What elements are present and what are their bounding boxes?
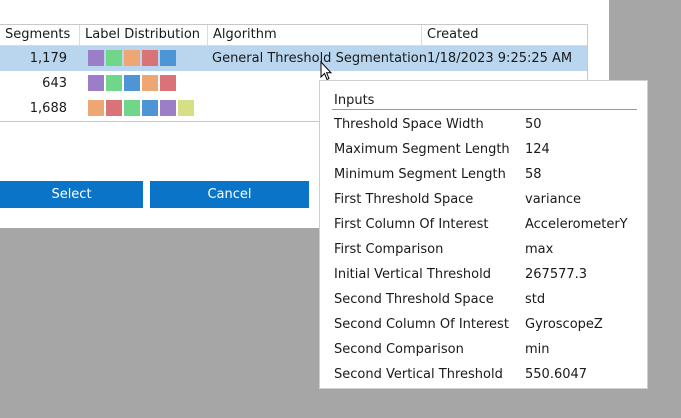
label-swatch: [142, 75, 158, 91]
label-swatch: [160, 75, 176, 91]
segments-count: 1,688: [29, 101, 67, 116]
label-swatch: [106, 50, 122, 66]
param-name: Second Column Of Interest: [334, 317, 509, 332]
label-swatch: [106, 75, 122, 91]
created-timestamp: 1/18/2023 9:25:25 AM: [427, 51, 573, 66]
column-header-label-distribution[interactable]: Label Distribution: [80, 25, 208, 45]
label-swatch: [124, 50, 140, 66]
label-swatch: [124, 75, 140, 91]
label-swatch: [88, 100, 104, 116]
param-value: min: [525, 342, 550, 357]
cancel-button[interactable]: Cancel: [150, 181, 309, 208]
arrow-cursor-icon: [320, 61, 332, 81]
inputs-tooltip: Inputs Threshold Space Width 50 Maximum S…: [319, 80, 648, 389]
label-swatch: [142, 100, 158, 116]
param-value: 124: [525, 142, 550, 157]
select-button[interactable]: Select: [0, 181, 143, 208]
param-name: First Comparison: [334, 242, 444, 257]
label-distribution: [88, 100, 194, 117]
segments-count: 1,179: [29, 51, 67, 66]
column-header-created[interactable]: Created: [422, 25, 587, 45]
param-value: max: [525, 242, 554, 257]
param-value: variance: [525, 192, 581, 207]
label-swatch: [178, 100, 194, 116]
param-value: AccelerometerY: [525, 217, 628, 232]
param-name: First Threshold Space: [334, 192, 474, 207]
param-value: GyroscopeZ: [525, 317, 603, 332]
tooltip-title: Inputs: [334, 93, 375, 108]
param-value: 550.6047: [525, 367, 588, 382]
param-name: Second Comparison: [334, 342, 464, 357]
param-name: Second Threshold Space: [334, 292, 494, 307]
label-swatch: [88, 75, 104, 91]
param-name: First Column Of Interest: [334, 217, 489, 232]
column-header-algorithm[interactable]: Algorithm: [208, 25, 422, 45]
label-swatch: [142, 50, 158, 66]
param-name: Minimum Segment Length: [334, 167, 506, 182]
param-name: Initial Vertical Threshold: [334, 267, 491, 282]
label-swatch: [88, 50, 104, 66]
table-row[interactable]: 1,179 General Threshold Segmentation 1/1…: [0, 46, 587, 71]
param-value: std: [525, 292, 546, 307]
label-distribution: [88, 75, 176, 92]
label-swatch: [106, 100, 122, 116]
param-name: Second Vertical Threshold: [334, 367, 503, 382]
label-distribution: [88, 50, 176, 67]
column-header-segments[interactable]: Segments: [0, 25, 80, 45]
param-name: Maximum Segment Length: [334, 142, 510, 157]
param-value: 50: [525, 117, 542, 132]
param-value: 58: [525, 167, 542, 182]
param-name: Threshold Space Width: [334, 117, 484, 132]
label-swatch: [124, 100, 140, 116]
label-swatch: [160, 100, 176, 116]
segments-count: 643: [42, 76, 67, 91]
label-swatch: [160, 50, 176, 66]
table-header: Segments Label Distribution Algorithm Cr…: [0, 25, 587, 46]
param-value: 267577.3: [525, 267, 588, 282]
tooltip-divider: [332, 109, 637, 110]
